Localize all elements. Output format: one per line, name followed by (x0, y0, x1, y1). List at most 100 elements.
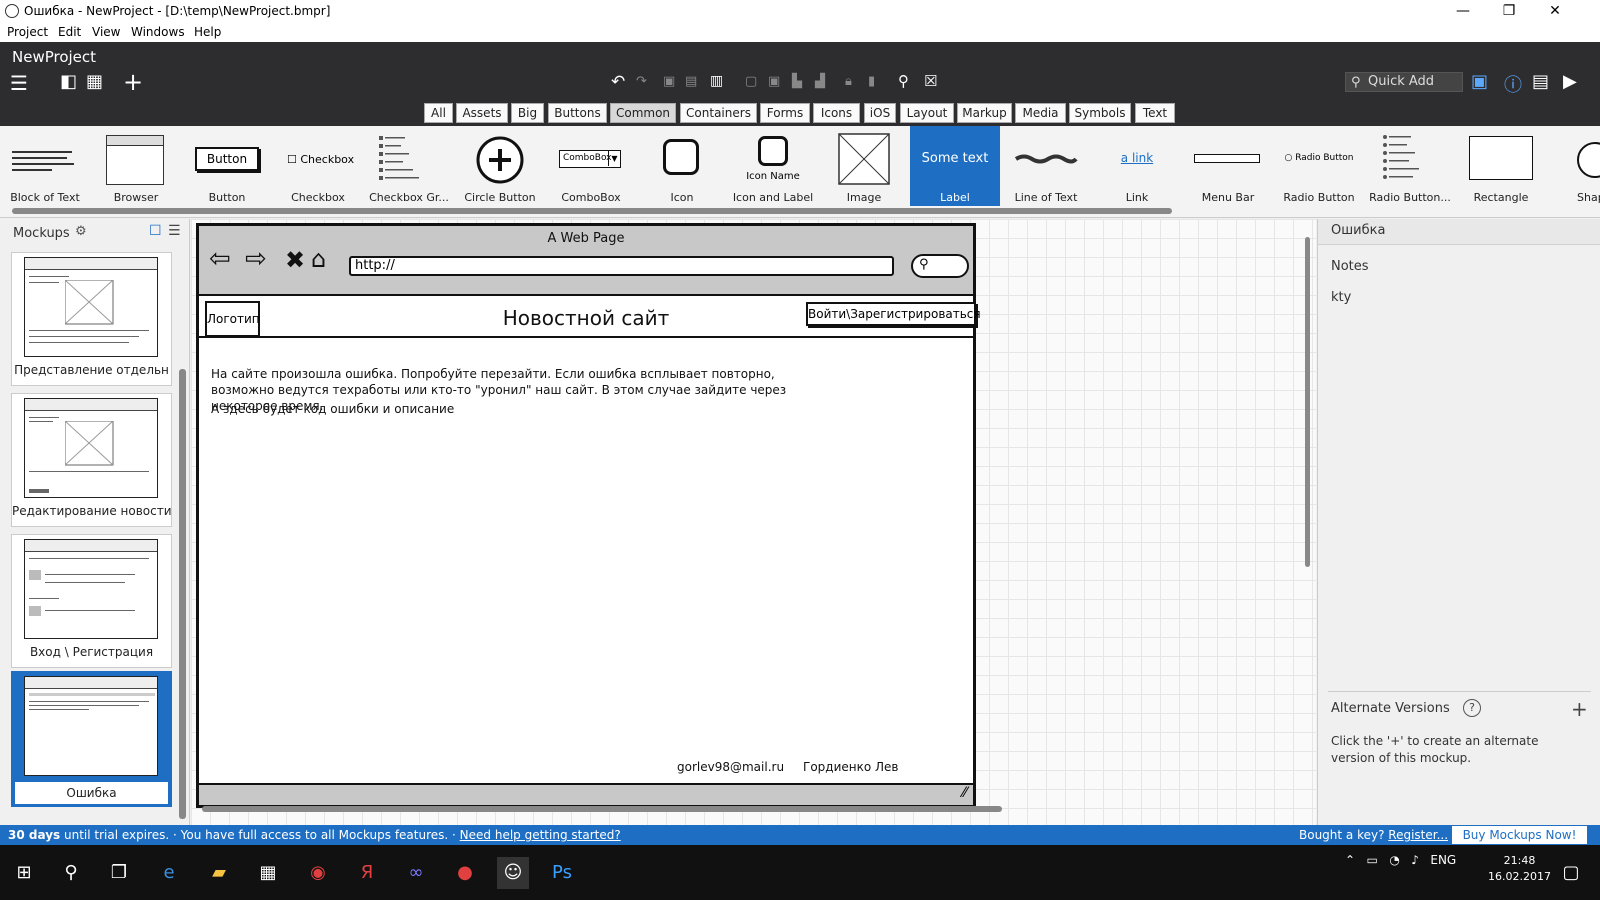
single-view-icon[interactable]: ◧ (60, 71, 77, 92)
copy-icon[interactable]: ▣ (663, 74, 675, 89)
menu-windows[interactable]: Windows (131, 25, 185, 39)
redo-icon[interactable]: ↷ (636, 74, 647, 89)
hamburger-menu-icon[interactable]: ☰ (10, 71, 28, 95)
notifications-icon[interactable]: ▢ (1555, 857, 1587, 889)
buy-mockups-button[interactable]: Buy Mockups Now! (1452, 826, 1587, 844)
volume-icon[interactable]: ♪ (1411, 853, 1419, 867)
restore-button[interactable]: ❐ (1486, 0, 1532, 22)
component-button[interactable]: Button Button (182, 126, 272, 206)
info-icon[interactable]: ⓘ (1504, 71, 1522, 97)
component-image[interactable]: Image (819, 126, 909, 206)
properties-icon[interactable]: ▤ (1532, 71, 1549, 92)
add-alternate-version-icon[interactable]: + (1571, 697, 1588, 721)
thumbnail-view-icon[interactable]: ☐ (149, 223, 162, 239)
mockup-thumbnail[interactable]: Редактирование новости (11, 393, 172, 527)
grid-view-icon[interactable]: ▦ (86, 71, 103, 92)
component-radio-button-group[interactable]: Radio Button... (1365, 126, 1455, 206)
ui-library-icon[interactable]: ▣ (1471, 71, 1488, 92)
tab-text[interactable]: Text (1135, 103, 1175, 123)
store-icon[interactable]: ▦ (252, 857, 284, 889)
edge-browser-icon[interactable]: e (153, 857, 185, 889)
windows-start-icon[interactable]: ⊞ (8, 857, 40, 889)
wifi-icon[interactable]: ◔ (1389, 853, 1399, 867)
tray-chevron-icon[interactable]: ⌃ (1345, 853, 1355, 867)
menu-view[interactable]: View (92, 25, 120, 39)
component-menu-bar[interactable]: Menu Bar (1183, 126, 1273, 206)
group-icon[interactable]: ▢ (745, 74, 757, 89)
tab-buttons[interactable]: Buttons (548, 103, 607, 123)
search-icon[interactable]: ⚲ (55, 857, 87, 889)
canvas-horizontal-scrollbar[interactable] (196, 806, 1296, 812)
tab-media[interactable]: Media (1015, 103, 1066, 123)
battery-icon[interactable]: ▭ (1367, 853, 1378, 867)
component-shape[interactable]: Shap (1547, 126, 1600, 206)
align-icon[interactable]: ▙ (792, 74, 802, 89)
register-link[interactable]: Register... (1388, 828, 1448, 842)
menu-project[interactable]: Project (7, 25, 48, 39)
paste-icon[interactable]: ▥ (710, 73, 723, 89)
tab-symbols[interactable]: Symbols (1069, 103, 1131, 123)
editor-canvas[interactable]: A Web Page ⇦ ⇨ ✖ ⌂ http:// ⚲ Логотип Нов… (191, 219, 1316, 825)
mockups-scrollbar[interactable] (179, 259, 186, 819)
component-browser[interactable]: Browser (91, 126, 181, 206)
component-checkbox-group[interactable]: Checkbox Gr... (364, 126, 454, 206)
tab-big[interactable]: Big (511, 103, 544, 123)
menu-edit[interactable]: Edit (58, 25, 81, 39)
component-line-of-text[interactable]: Line of Text (1001, 126, 1091, 206)
component-icon[interactable]: Icon (637, 126, 727, 206)
component-label-selected[interactable]: Some text Label (910, 126, 1000, 206)
arrange-icon[interactable]: ▟ (815, 74, 825, 89)
list-view-icon[interactable]: ☰ (168, 223, 181, 239)
mockup-thumbnail[interactable]: Вход \ Регистрация (11, 534, 172, 668)
add-mockup-icon[interactable]: + (123, 68, 143, 96)
minimize-button[interactable]: — (1440, 0, 1486, 22)
tab-common[interactable]: Common (610, 103, 676, 123)
tab-ios[interactable]: iOS (864, 103, 896, 123)
library-scrollbar[interactable] (12, 208, 1172, 214)
mockup-thumbnail-selected[interactable]: Ошибка (11, 671, 172, 807)
tab-icons[interactable]: Icons (813, 103, 860, 123)
component-circle-button[interactable]: Circle Button (455, 126, 545, 206)
tab-markup[interactable]: Markup (957, 103, 1012, 123)
menu-help[interactable]: Help (194, 25, 221, 39)
tab-all[interactable]: All (424, 103, 453, 123)
mockup-thumbnail[interactable]: Представление отдельн (11, 252, 172, 386)
file-explorer-icon[interactable]: ▰ (203, 857, 235, 889)
component-block-of-text[interactable]: Block of Text (0, 126, 90, 206)
browser-mockup[interactable]: A Web Page ⇦ ⇨ ✖ ⌂ http:// ⚲ Логотип Нов… (196, 223, 981, 808)
photoshop-icon[interactable]: Ps (546, 857, 578, 889)
component-link[interactable]: a link Link (1092, 126, 1182, 206)
component-checkbox[interactable]: ☐ Checkbox Checkbox (273, 126, 363, 206)
tab-containers[interactable]: Containers (680, 103, 757, 123)
cut-icon[interactable]: ▤ (685, 74, 697, 89)
close-button[interactable]: ✕ (1532, 0, 1578, 22)
component-icon-and-label[interactable]: Icon Name Icon and Label (728, 126, 818, 206)
quick-add-input[interactable]: ⚲ Quick Add (1345, 72, 1463, 92)
help-question-icon[interactable]: ? (1463, 699, 1481, 717)
component-combobox[interactable]: ComboBox ▼ ComboBox (546, 126, 636, 206)
search-icon[interactable]: ⚲ (898, 72, 909, 90)
delete-icon[interactable]: ▮ (868, 74, 875, 89)
notes-field[interactable]: kty (1331, 290, 1351, 305)
balsamiq-mockups-icon[interactable]: ☺ (497, 857, 529, 889)
clock[interactable]: 21:48 16.02.2017 (1488, 853, 1551, 885)
task-view-icon[interactable]: ❐ (103, 857, 135, 889)
fullscreen-close-icon[interactable]: ☒ (924, 72, 937, 90)
tab-forms[interactable]: Forms (760, 103, 810, 123)
undo-icon[interactable]: ↶ (611, 72, 625, 92)
canvas-vertical-scrollbar[interactable] (1303, 223, 1311, 803)
properties-title[interactable]: Ошибка (1318, 219, 1600, 245)
tab-layout[interactable]: Layout (900, 103, 954, 123)
infinity-app-icon[interactable]: ∞ (400, 857, 432, 889)
yandex-browser-icon[interactable]: ● (449, 857, 481, 889)
component-radio-button[interactable]: ○ Radio Button Radio Button (1274, 126, 1364, 206)
opera-icon[interactable]: ◉ (302, 857, 334, 889)
component-rectangle[interactable]: Rectangle (1456, 126, 1546, 206)
present-icon[interactable]: ▶ (1563, 71, 1577, 92)
mockups-settings-icon[interactable]: ⚙ (75, 224, 87, 239)
tab-assets[interactable]: Assets (456, 103, 508, 123)
lock-icon[interactable]: 🔒︎ (845, 74, 852, 89)
ungroup-icon[interactable]: ▣ (768, 74, 780, 89)
help-link[interactable]: Need help getting started? (460, 828, 621, 842)
yandex-icon[interactable]: Я (351, 857, 383, 889)
